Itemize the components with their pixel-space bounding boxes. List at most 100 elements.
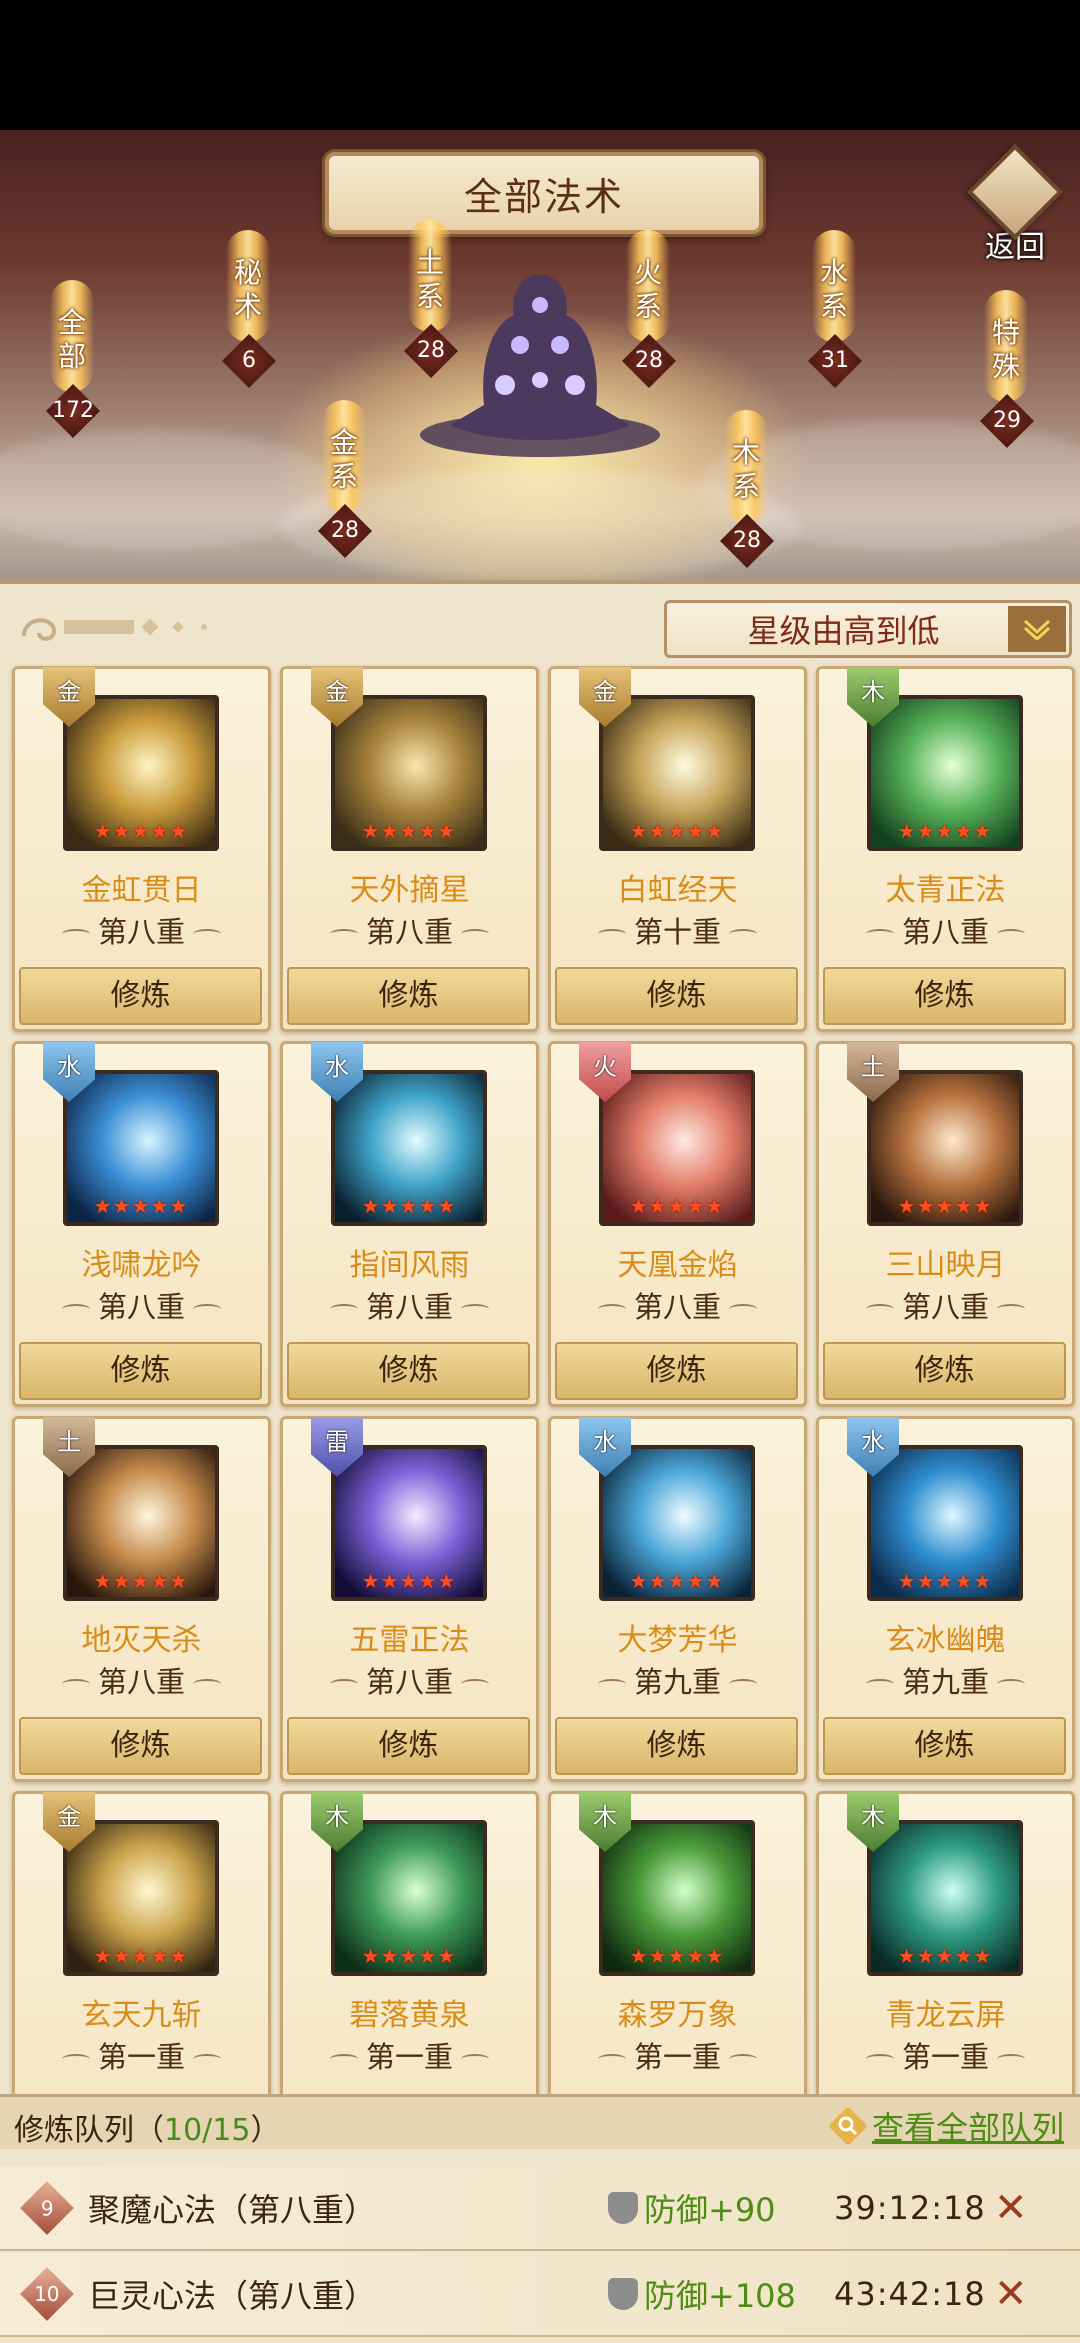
skill-card[interactable]: ★★★★★ 水大梦芳华 第九重 修炼	[548, 1416, 807, 1782]
queue-timer: 39:12:18	[834, 2189, 986, 2227]
skill-level: 第十重	[551, 909, 804, 951]
view-all-queue-link[interactable]: 查看全部队列	[829, 2103, 1064, 2149]
skill-icon: ★★★★★	[599, 1820, 755, 1976]
skill-level: 第九重	[551, 1659, 804, 1701]
skill-icon: ★★★★★	[599, 1070, 755, 1226]
star-rating: ★★★★★	[93, 1944, 189, 1968]
train-button[interactable]: 修炼	[19, 1342, 262, 1400]
school-name: 木系	[724, 410, 768, 522]
skill-card[interactable]: ★★★★★ 木太青正法 第八重 修炼	[816, 666, 1075, 1032]
skill-level: 第八重	[551, 1284, 804, 1326]
school-tab-fire[interactable]: 火系 28	[622, 230, 676, 388]
skill-name: 金虹贯日	[81, 873, 202, 908]
school-name: 特殊	[984, 290, 1028, 402]
star-rating: ★★★★★	[629, 1569, 725, 1593]
shield-icon	[608, 2192, 638, 2224]
shield-icon	[608, 2278, 638, 2310]
star-rating: ★★★★★	[897, 1194, 993, 1218]
skill-name: 浅啸龙吟	[81, 1248, 202, 1283]
skill-card[interactable]: ★★★★★ 水浅啸龙吟 第八重 修炼	[12, 1041, 271, 1407]
train-button[interactable]: 修炼	[823, 967, 1066, 1025]
queue-skill-name: 聚魔心法（第八重）	[88, 2191, 377, 2229]
skill-card[interactable]: ★★★★★ 水玄冰幽魄 第九重 修炼	[816, 1416, 1075, 1782]
star-rating: ★★★★★	[361, 1944, 457, 1968]
skill-card[interactable]: ★★★★★ 土地灭天杀 第八重 修炼	[12, 1416, 271, 1782]
school-tab-metal[interactable]: 金系 28	[318, 400, 372, 558]
queue-bonus: 防御+108	[644, 2277, 796, 2315]
skill-level: 第八重	[15, 1284, 268, 1326]
skill-card[interactable]: ★★★★★ 水指间风雨 第八重 修炼	[280, 1041, 539, 1407]
skill-card[interactable]: ★★★★★ 土三山映月 第八重 修炼	[816, 1041, 1075, 1407]
school-tab-all[interactable]: 全部 172	[46, 280, 100, 438]
search-icon	[829, 2108, 866, 2144]
skill-level: 第八重	[819, 909, 1072, 951]
school-tab-water[interactable]: 水系 31	[808, 230, 862, 388]
skill-panel: 星级由高到低 ★★★★★ 金金虹贯日 第八重 修炼 ★★★★★ 金天外摘星 第八重 修炼 ★★★…	[0, 580, 1080, 2157]
sort-label: 星级由高到低	[747, 612, 940, 650]
sort-dropdown[interactable]: 星级由高到低	[664, 600, 1072, 658]
star-rating: ★★★★★	[897, 1569, 993, 1593]
queue-title: 修炼队列（10/15）	[14, 2113, 281, 2148]
train-button[interactable]: 修炼	[823, 1717, 1066, 1775]
skill-icon: ★★★★★	[867, 1820, 1023, 1976]
skill-name: 玄冰幽魄	[885, 1623, 1006, 1658]
cancel-icon[interactable]: ✕	[994, 2271, 1028, 2317]
queue-header: 修炼队列（10/15） 查看全部队列	[0, 2097, 1080, 2149]
skill-level: 第八重	[15, 909, 268, 951]
queue-number-badge: 9	[20, 2181, 74, 2235]
train-button[interactable]: 修炼	[287, 967, 530, 1025]
skill-icon: ★★★★★	[867, 695, 1023, 851]
skill-level: 第八重	[283, 1659, 536, 1701]
train-button[interactable]: 修炼	[287, 1342, 530, 1400]
skill-level: 第八重	[15, 1659, 268, 1701]
train-button[interactable]: 修炼	[19, 967, 262, 1025]
skill-name: 天外摘星	[349, 873, 470, 908]
star-rating: ★★★★★	[93, 1194, 189, 1218]
page-title: 全部法术	[325, 152, 763, 234]
skill-icon: ★★★★★	[63, 1820, 219, 1976]
school-tab-wood[interactable]: 木系 28	[720, 410, 774, 568]
skill-name: 玄天九斩	[81, 1998, 202, 2033]
back-button[interactable]: 返回	[960, 140, 1070, 265]
cancel-icon[interactable]: ✕	[994, 2185, 1028, 2231]
skill-card[interactable]: ★★★★★ 金金虹贯日 第八重 修炼	[12, 666, 271, 1032]
train-button[interactable]: 修炼	[19, 1717, 262, 1775]
skill-card[interactable]: ★★★★★ 金白虹经天 第十重 修炼	[548, 666, 807, 1032]
skill-icon: ★★★★★	[63, 1070, 219, 1226]
skill-icon: ★★★★★	[599, 1445, 755, 1601]
school-count: 29	[980, 394, 1034, 448]
star-rating: ★★★★★	[361, 819, 457, 843]
skill-card[interactable]: ★★★★★ 金天外摘星 第八重 修炼	[280, 666, 539, 1032]
skill-level: 第八重	[283, 1284, 536, 1326]
skill-icon: ★★★★★	[63, 1445, 219, 1601]
cloud-ornament-icon	[22, 618, 207, 641]
school-tab-secret[interactable]: 秘术 6	[222, 230, 276, 388]
queue-number-badge: 10	[20, 2267, 74, 2321]
training-queue: 修炼队列（10/15） 查看全部队列 9 聚魔心法（第八重） 防御+90 39:…	[0, 2094, 1080, 2343]
school-tab-earth[interactable]: 土系 28	[404, 220, 458, 378]
skill-name: 青龙云屏	[885, 1998, 1006, 2033]
chevron-down-icon	[1008, 606, 1066, 652]
skill-card[interactable]: ★★★★★ 雷五雷正法 第八重 修炼	[280, 1416, 539, 1782]
train-button[interactable]: 修炼	[823, 1342, 1066, 1400]
star-rating: ★★★★★	[629, 1944, 725, 1968]
skill-name: 五雷正法	[349, 1623, 470, 1658]
queue-count: 10/15	[164, 2113, 251, 2148]
skill-level: 第一重	[283, 2034, 536, 2076]
train-button[interactable]: 修炼	[555, 1717, 798, 1775]
school-count: 6	[222, 334, 276, 388]
school-tab-special[interactable]: 特殊 29	[980, 290, 1034, 448]
queue-row: 9 聚魔心法（第八重） 防御+90 39:12:18 ✕	[0, 2167, 1080, 2251]
star-rating: ★★★★★	[361, 1569, 457, 1593]
train-button[interactable]: 修炼	[555, 967, 798, 1025]
star-rating: ★★★★★	[361, 1194, 457, 1218]
school-name: 全部	[50, 280, 94, 392]
skill-name: 天凰金焰	[617, 1248, 738, 1283]
train-button[interactable]: 修炼	[287, 1717, 530, 1775]
school-name: 水系	[812, 230, 856, 342]
skill-card[interactable]: ★★★★★ 火天凰金焰 第八重 修炼	[548, 1041, 807, 1407]
school-count: 28	[720, 514, 774, 568]
school-name: 火系	[626, 230, 670, 342]
school-name: 金系	[322, 400, 366, 512]
train-button[interactable]: 修炼	[555, 1342, 798, 1400]
